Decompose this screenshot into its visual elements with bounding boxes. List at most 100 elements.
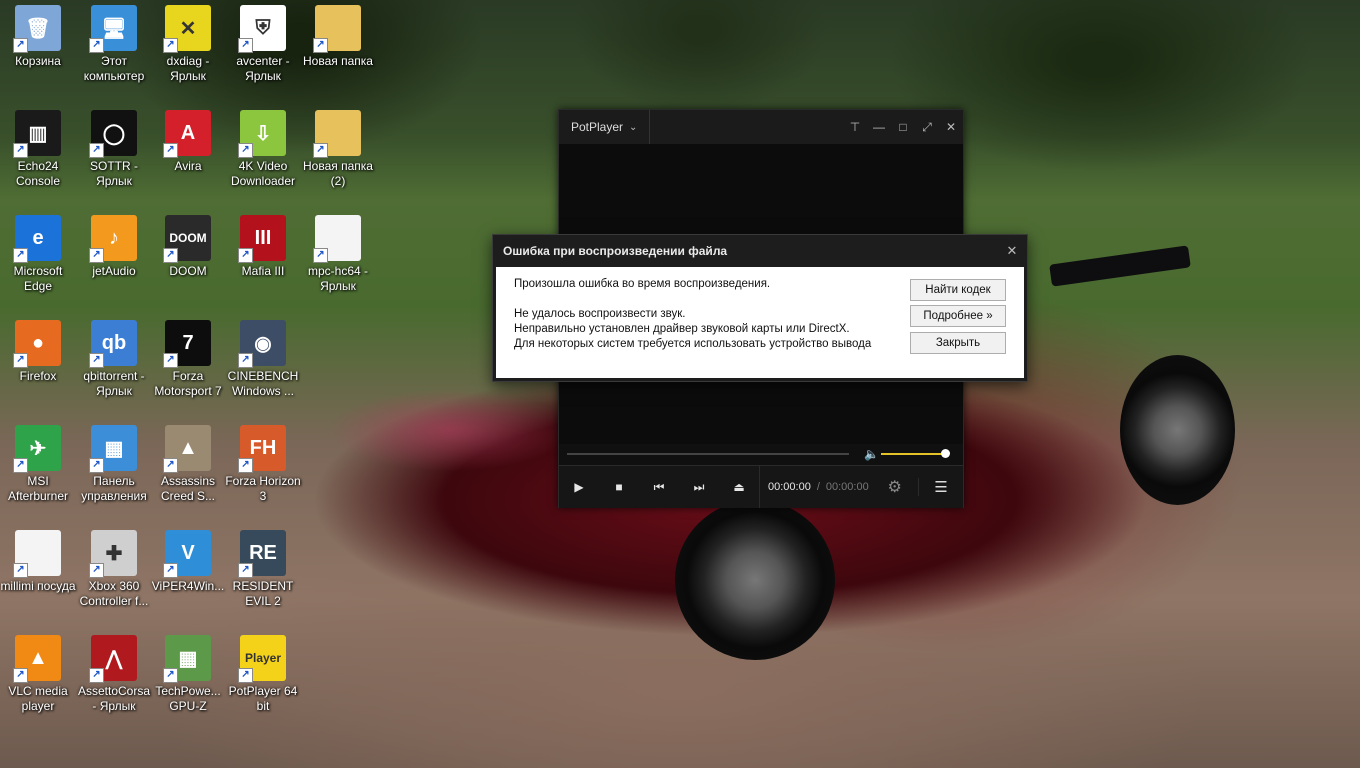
desktop-icon[interactable]: ▲ ↗ VLC media player bbox=[0, 635, 76, 714]
app-icon: ⇩ ↗ bbox=[238, 110, 286, 158]
minimize-button[interactable]: — bbox=[867, 120, 891, 135]
desktop-icon[interactable]: ✚ ↗ Xbox 360 Controller f... bbox=[76, 530, 152, 609]
potplayer-title[interactable]: PotPlayer bbox=[559, 120, 623, 134]
desktop-icon[interactable]: qb ↗ qbittorrent - Ярлык bbox=[76, 320, 152, 399]
desktop-icon[interactable]: ✕ ↗ dxdiag - Ярлык bbox=[150, 5, 226, 84]
desktop-icon[interactable]: ◯ ↗ SOTTR - Ярлык bbox=[76, 110, 152, 189]
desktop-icon-label: avcenter - Ярлык bbox=[236, 54, 290, 83]
desktop-icon-label: millimi посуда bbox=[0, 579, 76, 593]
desktop-icon-label: CINEBENCH Windows ... bbox=[227, 369, 299, 398]
maximize-button[interactable]: □ bbox=[891, 120, 915, 135]
volume-slider-handle[interactable] bbox=[941, 449, 950, 458]
potplayer-titlebar[interactable]: PotPlayer ⌄ ⊤ — □ ⤢ ✕ bbox=[559, 110, 963, 144]
desktop-icon-label: Xbox 360 Controller f... bbox=[79, 579, 149, 608]
app-icon: III ↗ bbox=[238, 215, 286, 263]
desktop-icon[interactable]: V ↗ ViPER4Win... bbox=[150, 530, 226, 594]
fullscreen-button[interactable]: ⤢ bbox=[915, 120, 939, 135]
app-icon: ▥ ↗ bbox=[13, 110, 61, 158]
shortcut-arrow-icon: ↗ bbox=[313, 143, 328, 158]
desktop-icon-label: 4K Video Downloader bbox=[230, 159, 296, 188]
play-button[interactable]: ▶ bbox=[559, 480, 599, 494]
gear-icon[interactable]: ⚙ bbox=[881, 477, 909, 497]
error-dialog[interactable]: Ошибка при воспроизведении файла ✕ Произ… bbox=[492, 234, 1028, 382]
find-codec-button[interactable]: Найти кодек bbox=[910, 279, 1006, 301]
desktop-icon-label: Avira bbox=[174, 159, 202, 173]
shortcut-arrow-icon: ↗ bbox=[163, 668, 178, 683]
desktop-icon[interactable]: DOOM ↗ DOOM bbox=[150, 215, 226, 279]
desktop-icon-label: Новая папка bbox=[303, 54, 373, 68]
desktop-icon[interactable]: ✈ ↗ MSI Afterburner bbox=[0, 425, 76, 504]
wallpaper-rear-wheel bbox=[1120, 355, 1235, 505]
message-line: Для некоторых систем требуется использов… bbox=[514, 338, 872, 350]
close-dialog-button[interactable]: Закрыть bbox=[910, 332, 1006, 354]
desktop-icon[interactable]: ▲ ↗ Assassins Creed S... bbox=[150, 425, 226, 504]
desktop-icon[interactable]: A ↗ Avira bbox=[150, 110, 226, 174]
desktop-icon-label: Echo24 Console bbox=[15, 159, 61, 188]
app-icon: FH ↗ bbox=[238, 425, 286, 473]
pin-icon[interactable]: ⊤ bbox=[843, 120, 867, 135]
desktop-icon[interactable]: e ↗ Microsoft Edge bbox=[0, 215, 76, 294]
desktop-icon-label: AssettoCorsa - Ярлык bbox=[77, 684, 151, 713]
wallpaper-car-spoiler bbox=[1049, 245, 1191, 287]
desktop-icon[interactable]: ⋀ ↗ AssettoCorsa - Ярлык bbox=[76, 635, 152, 714]
dialog-titlebar[interactable]: Ошибка при воспроизведении файла ✕ bbox=[493, 235, 1027, 266]
next-button[interactable]: ⏭ bbox=[679, 480, 719, 495]
desktop-icon[interactable]: ▦ ↗ TechPowe... GPU-Z bbox=[150, 635, 226, 714]
seek-bar[interactable] bbox=[567, 453, 849, 455]
desktop-icon-label: MSI Afterburner bbox=[7, 474, 69, 503]
app-icon: 🖥 ↗ bbox=[89, 5, 137, 53]
desktop-icon[interactable]: ♪ ↗ jetAudio bbox=[76, 215, 152, 279]
desktop-icon[interactable]: ▦ ↗ Панель управления bbox=[76, 425, 152, 504]
shortcut-arrow-icon: ↗ bbox=[13, 38, 28, 53]
volume-icon[interactable]: 🔈 bbox=[864, 447, 879, 461]
desktop-icon[interactable]: ◉ ↗ CINEBENCH Windows ... bbox=[225, 320, 301, 399]
dialog-close-button[interactable]: ✕ bbox=[997, 243, 1027, 259]
desktop-icon[interactable]: ● ↗ Firefox bbox=[0, 320, 76, 384]
stop-button[interactable]: ■ bbox=[599, 480, 639, 494]
desktop-icon[interactable]: FH ↗ Forza Horizon 3 bbox=[225, 425, 301, 504]
close-button[interactable]: ✕ bbox=[939, 120, 963, 135]
shortcut-arrow-icon: ↗ bbox=[313, 38, 328, 53]
desktop-icon[interactable]: ↗ mpc-hc64 - Ярлык bbox=[300, 215, 376, 294]
menu-button[interactable]: ☰ bbox=[918, 478, 963, 496]
desktop-icon[interactable]: 7 ↗ Forza Motorsport 7 bbox=[150, 320, 226, 399]
shortcut-arrow-icon: ↗ bbox=[13, 353, 28, 368]
desktop-icon-label: dxdiag - Ярлык bbox=[166, 54, 210, 83]
eject-button[interactable]: ⏏ bbox=[719, 480, 759, 494]
shortcut-arrow-icon: ↗ bbox=[13, 563, 28, 578]
shortcut-arrow-icon: ↗ bbox=[13, 668, 28, 683]
shortcut-arrow-icon: ↗ bbox=[163, 458, 178, 473]
shortcut-arrow-icon: ↗ bbox=[238, 248, 253, 263]
desktop-icon-label: mpc-hc64 - Ярлык bbox=[307, 264, 369, 293]
desktop-icon[interactable]: 🗑 ↗ Корзина bbox=[0, 5, 76, 69]
desktop-icon[interactable]: Player ↗ PotPlayer 64 bit bbox=[225, 635, 301, 714]
desktop-icon[interactable]: ↗ millimi посуда bbox=[0, 530, 76, 594]
message-line: Произошла ошибка во время воспроизведени… bbox=[514, 278, 771, 290]
desktop-icon[interactable]: ↗ Новая папка bbox=[300, 5, 376, 69]
shortcut-arrow-icon: ↗ bbox=[89, 248, 104, 263]
details-button[interactable]: Подробнее » bbox=[910, 305, 1006, 327]
app-icon: ◉ ↗ bbox=[238, 320, 286, 368]
desktop-icon[interactable]: ▥ ↗ Echo24 Console bbox=[0, 110, 76, 189]
desktop-icon[interactable]: ⛨ ↗ avcenter - Ярлык bbox=[225, 5, 301, 84]
desktop-icon[interactable]: ⇩ ↗ 4K Video Downloader bbox=[225, 110, 301, 189]
app-icon: ✕ ↗ bbox=[163, 5, 211, 53]
shortcut-arrow-icon: ↗ bbox=[163, 248, 178, 263]
total-time: 00:00:00 bbox=[825, 481, 869, 493]
volume-slider[interactable] bbox=[881, 453, 945, 455]
desktop-icon-label: jetAudio bbox=[92, 264, 136, 278]
chevron-down-icon[interactable]: ⌄ bbox=[629, 122, 637, 133]
shortcut-arrow-icon: ↗ bbox=[238, 563, 253, 578]
desktop-icon[interactable]: ↗ Новая папка (2) bbox=[300, 110, 376, 189]
desktop-icon-label: Assassins Creed S... bbox=[160, 474, 216, 503]
previous-button[interactable]: ⏮ bbox=[639, 480, 679, 495]
shortcut-arrow-icon: ↗ bbox=[163, 143, 178, 158]
desktop-icon[interactable]: 🖥 ↗ Этот компьютер bbox=[76, 5, 152, 84]
desktop-icon-label: Корзина bbox=[15, 54, 61, 68]
app-icon: ▦ ↗ bbox=[89, 425, 137, 473]
desktop-icon[interactable]: III ↗ Mafia III bbox=[225, 215, 301, 279]
shortcut-arrow-icon: ↗ bbox=[313, 248, 328, 263]
app-icon: ⛨ ↗ bbox=[238, 5, 286, 53]
app-icon: A ↗ bbox=[163, 110, 211, 158]
desktop-icon[interactable]: RE ↗ RESIDENT EVIL 2 bbox=[225, 530, 301, 609]
